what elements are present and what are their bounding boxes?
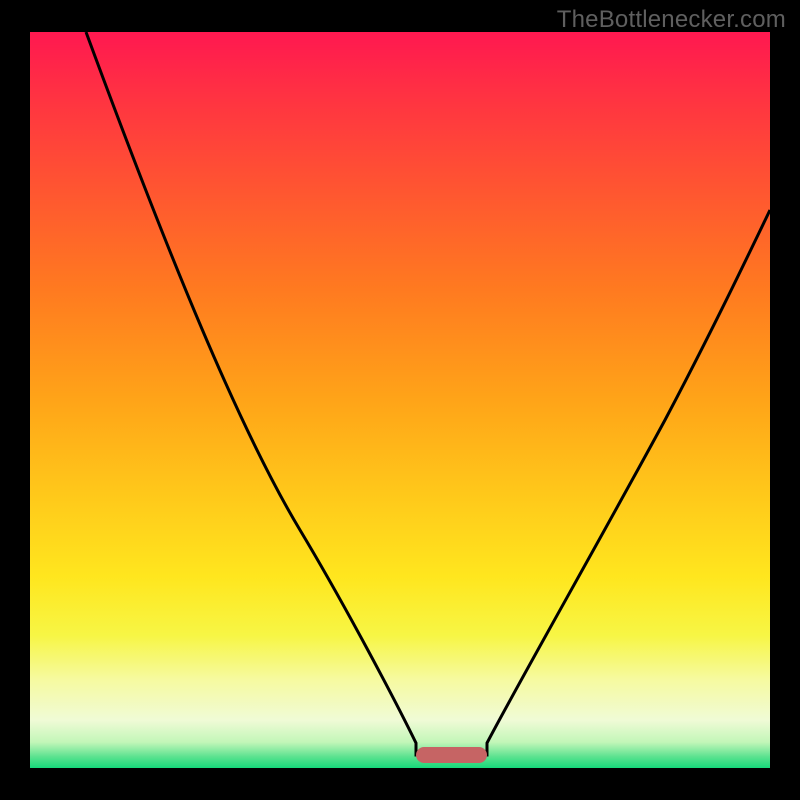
chart-frame: TheBottlenecker.com (0, 0, 800, 800)
optimal-marker (416, 747, 487, 763)
chart-svg (0, 0, 800, 800)
plot-background (30, 32, 770, 768)
watermark-text: TheBottlenecker.com (557, 6, 786, 34)
